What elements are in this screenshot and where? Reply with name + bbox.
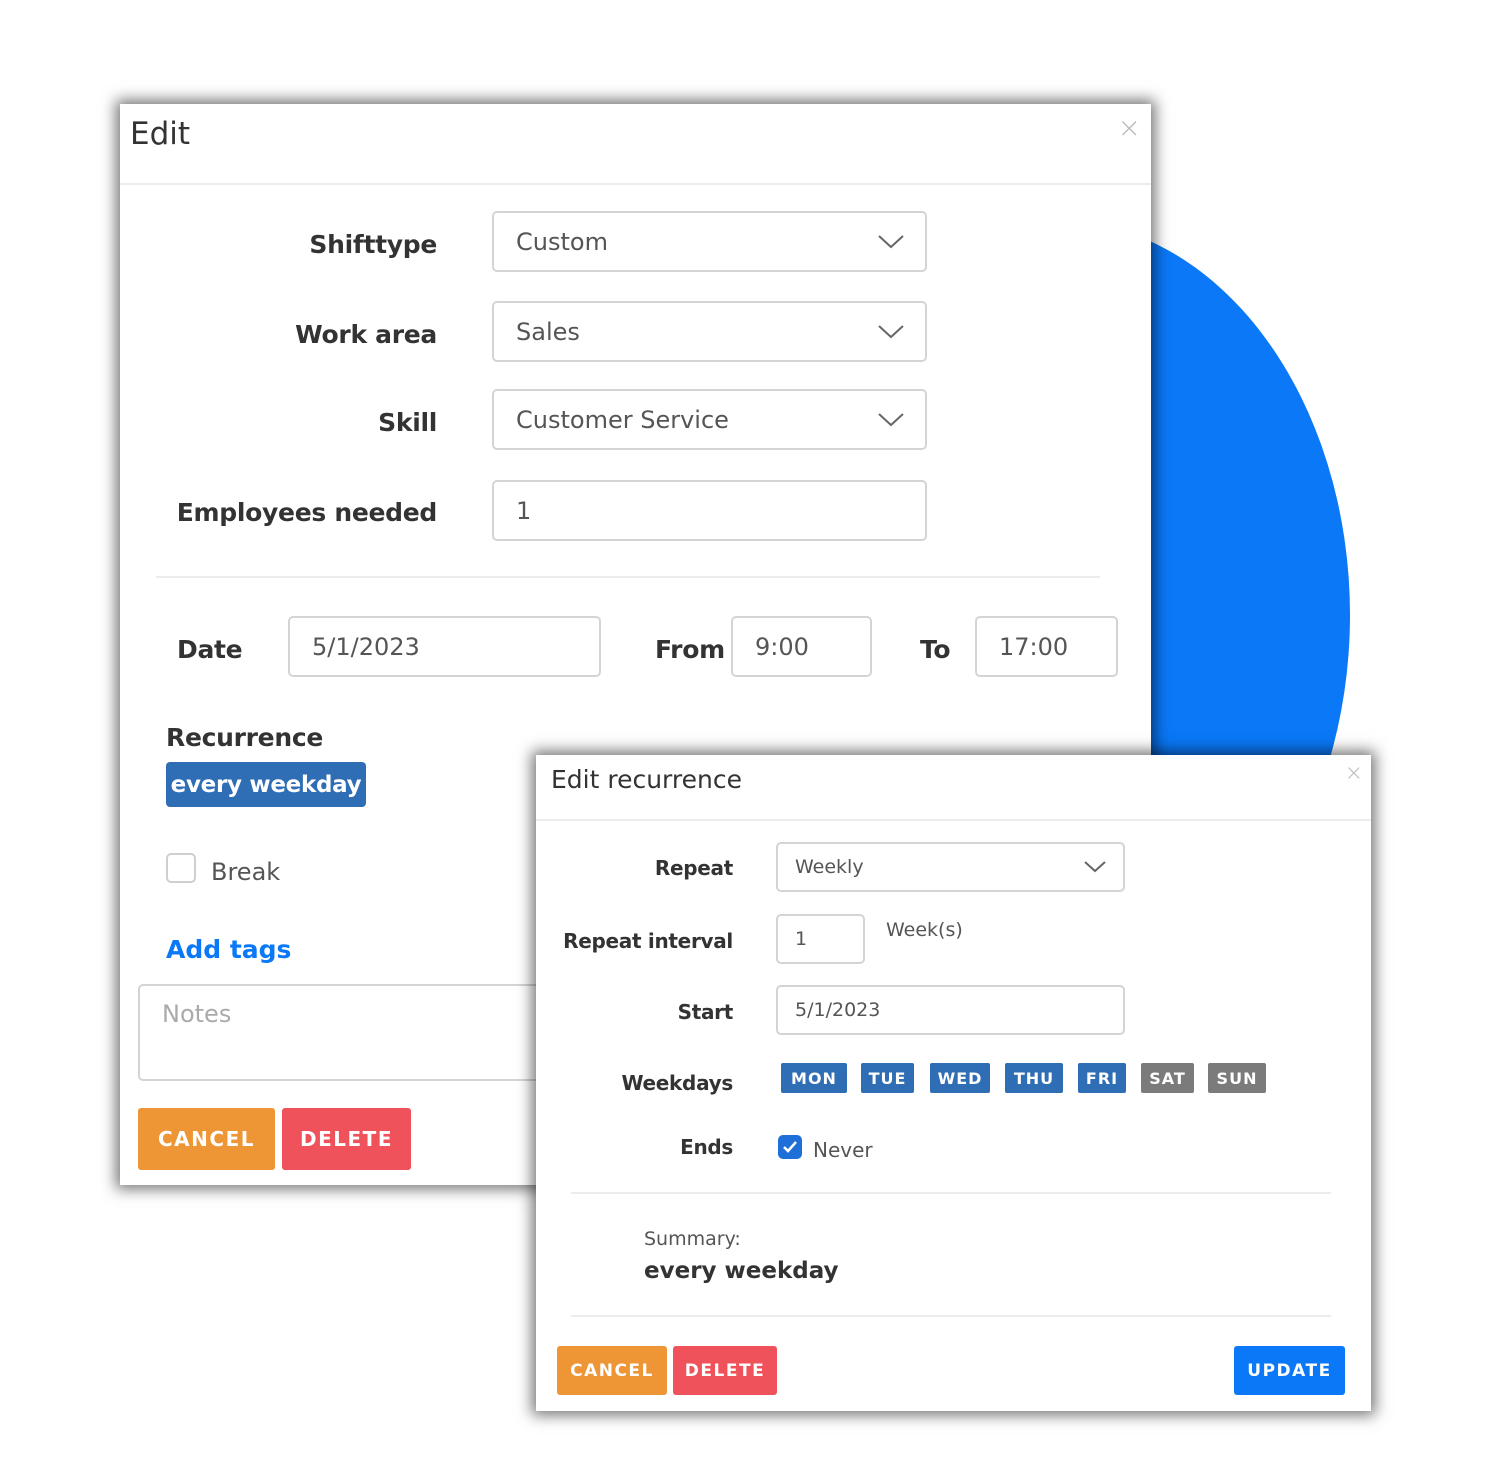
date-input[interactable]: 5/1/2023 — [288, 616, 601, 677]
to-input[interactable]: 17:00 — [975, 616, 1118, 677]
weekday-toggle-thu[interactable]: THU — [1005, 1063, 1063, 1093]
ends-never-checkbox[interactable] — [778, 1135, 802, 1159]
delete-button[interactable]: DELETE — [282, 1108, 411, 1170]
start-date-input[interactable]: 5/1/2023 — [776, 985, 1125, 1035]
edit-dialog-title: Edit — [130, 116, 191, 152]
summary-label: Summary: — [644, 1228, 741, 1250]
date-value: 5/1/2023 — [312, 632, 420, 661]
checkmark-icon — [783, 1141, 797, 1153]
chevron-down-icon — [878, 234, 904, 248]
work-area-value: Sales — [516, 317, 580, 346]
from-value: 9:00 — [755, 632, 809, 661]
close-icon[interactable]: × — [1118, 114, 1141, 142]
employees-needed-value: 1 — [516, 496, 532, 525]
notes-placeholder: Notes — [162, 1000, 232, 1028]
employees-needed-label: Employees needed — [176, 498, 438, 527]
shifttype-select[interactable]: Custom — [492, 211, 927, 272]
skill-value: Customer Service — [516, 405, 729, 434]
header-divider — [536, 819, 1371, 821]
chevron-down-icon — [878, 324, 904, 338]
edit-recurrence-dialog: Edit recurrence × Repeat Weekly Repeat i… — [536, 755, 1371, 1411]
add-tags-link[interactable]: Add tags — [166, 935, 291, 964]
section-divider — [571, 1192, 1331, 1194]
break-checkbox[interactable] — [166, 853, 196, 883]
update-button[interactable]: UPDATE — [1234, 1346, 1345, 1395]
weekday-toggle-wed[interactable]: WED — [930, 1063, 990, 1093]
weekday-toggle-fri[interactable]: FRI — [1078, 1063, 1126, 1093]
work-area-select[interactable]: Sales — [492, 301, 927, 362]
repeat-interval-label: Repeat interval — [563, 929, 733, 953]
repeat-interval-value: 1 — [795, 928, 808, 950]
to-value: 17:00 — [999, 632, 1069, 661]
shifttype-value: Custom — [516, 227, 608, 256]
ends-label: Ends — [680, 1135, 733, 1159]
notes-textarea[interactable]: Notes — [138, 984, 558, 1081]
delete-button[interactable]: DELETE — [673, 1346, 777, 1395]
weekday-toggle-mon[interactable]: MON — [781, 1063, 847, 1093]
cancel-button[interactable]: CANCEL — [557, 1346, 667, 1395]
recurrence-label: Recurrence — [166, 723, 324, 752]
repeat-value: Weekly — [795, 856, 864, 878]
start-date-value: 5/1/2023 — [795, 999, 881, 1021]
recurrence-chip[interactable]: every weekday — [166, 762, 366, 807]
footer-divider — [571, 1315, 1331, 1317]
repeat-interval-input[interactable]: 1 — [776, 914, 865, 964]
break-label: Break — [211, 858, 281, 886]
shifttype-label: Shifttype — [309, 230, 437, 259]
start-label: Start — [677, 1000, 734, 1024]
weekday-toggle-tue[interactable]: TUE — [861, 1063, 914, 1093]
to-label: To — [920, 635, 951, 664]
ends-never-label: Never — [813, 1138, 873, 1162]
date-label: Date — [177, 635, 243, 664]
section-divider — [156, 576, 1100, 578]
chevron-down-icon — [1084, 861, 1106, 873]
weekdays-label: Weekdays — [621, 1071, 733, 1095]
from-label: From — [655, 635, 725, 664]
employees-needed-input[interactable]: 1 — [492, 480, 927, 541]
repeat-label: Repeat — [654, 856, 733, 880]
repeat-select[interactable]: Weekly — [776, 842, 1125, 892]
recurrence-dialog-title: Edit recurrence — [551, 765, 742, 794]
cancel-button[interactable]: CANCEL — [138, 1108, 275, 1170]
header-divider — [120, 183, 1151, 185]
weekday-toggle-sun[interactable]: SUN — [1208, 1063, 1266, 1093]
summary-value: every weekday — [644, 1258, 839, 1284]
skill-label: Skill — [378, 408, 437, 437]
work-area-label: Work area — [295, 320, 437, 349]
from-input[interactable]: 9:00 — [731, 616, 872, 677]
close-icon[interactable]: × — [1345, 763, 1363, 785]
skill-select[interactable]: Customer Service — [492, 389, 927, 450]
weekday-toggle-sat[interactable]: SAT — [1141, 1063, 1194, 1093]
chevron-down-icon — [878, 412, 904, 426]
repeat-interval-unit: Week(s) — [886, 919, 963, 941]
